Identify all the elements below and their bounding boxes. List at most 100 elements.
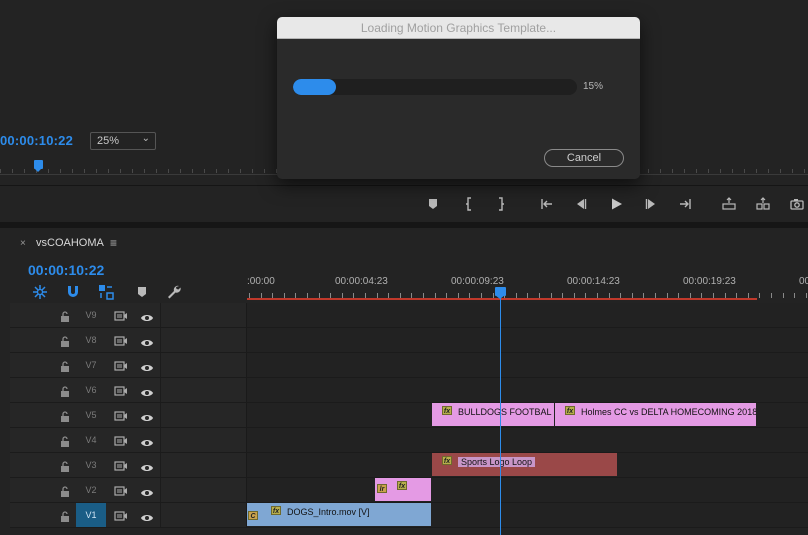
track-lane[interactable]: Cfx DOGS_Intro.mov [V] [247, 503, 808, 527]
track-target[interactable]: V9 [76, 303, 106, 327]
eye-icon[interactable] [140, 385, 154, 396]
eye-icon[interactable] [140, 435, 154, 446]
playhead[interactable] [495, 287, 506, 299]
step-forward-icon[interactable] [640, 194, 662, 214]
ruler-label: 00:00:04:23 [335, 276, 388, 287]
eye-icon[interactable] [140, 460, 154, 471]
lock-icon[interactable] [60, 434, 70, 447]
transport-controls [420, 194, 808, 216]
close-icon[interactable]: × [20, 238, 26, 249]
track-target[interactable]: V8 [76, 328, 106, 352]
clip-v1-a[interactable]: Cfx DOGS_Intro.mov [V] [247, 503, 431, 526]
ruler-label: :00:00 [247, 276, 275, 287]
sync-lock-icon[interactable] [114, 434, 128, 446]
lock-icon[interactable] [60, 359, 70, 372]
zoom-select[interactable]: 25% ⌄ [90, 132, 156, 150]
track-lane[interactable] [247, 428, 808, 452]
premiere-workspace: 00:00:10:22 25% ⌄ Loading Motion Graphic… [0, 0, 808, 535]
track-target[interactable]: V1 [76, 503, 106, 527]
lock-icon[interactable] [60, 334, 70, 347]
lock-icon[interactable] [60, 484, 70, 497]
sync-lock-icon[interactable] [114, 384, 128, 396]
ruler-label: 00:00:14:23 [567, 276, 620, 287]
track-target[interactable]: V6 [76, 378, 106, 402]
track-lane[interactable]: lr fx [247, 478, 808, 502]
ruler-tick [696, 169, 697, 173]
ruler-tick [108, 169, 109, 173]
eye-icon[interactable] [140, 360, 154, 371]
track-lane[interactable] [247, 303, 808, 327]
lift-icon[interactable] [718, 194, 740, 214]
track-lane[interactable] [247, 328, 808, 352]
ruler-tick [180, 169, 181, 173]
chevron-down-icon: ⌄ [141, 133, 150, 144]
sync-lock-icon[interactable] [114, 334, 128, 346]
clip-v2-a[interactable]: lr fx [375, 478, 431, 501]
mark-in-icon[interactable] [458, 194, 480, 214]
ruler-tick [120, 169, 121, 173]
ruler-tick [132, 169, 133, 173]
mark-out-icon[interactable] [490, 194, 512, 214]
sync-lock-icon[interactable] [114, 359, 128, 371]
clip-v5-b[interactable]: fx Holmes CC vs DELTA HOMECOMING 2018 [555, 403, 756, 426]
ruler-tick [780, 169, 781, 173]
track-lane[interactable]: fx BULLDOGS FOOTBAL fx Holmes CC vs DELTA H… [247, 403, 808, 427]
go-to-in-icon[interactable] [536, 194, 558, 214]
panel-menu-icon[interactable]: ≡ [110, 236, 117, 250]
lock-icon[interactable] [60, 309, 70, 322]
track-target[interactable]: V5 [76, 403, 106, 427]
marker-icon[interactable] [422, 194, 444, 214]
time-ruler[interactable]: :00:00 00:00:04:23 00:00:09:23 00:00:14:… [247, 270, 808, 302]
track-target[interactable]: V4 [76, 428, 106, 452]
track-lane[interactable] [247, 353, 808, 377]
eye-icon[interactable] [140, 335, 154, 346]
track-lane[interactable] [247, 378, 808, 402]
wrench-icon[interactable] [166, 284, 184, 302]
dialog-title: Loading Motion Graphics Template... [277, 17, 640, 39]
progress-bar [293, 79, 577, 95]
eye-icon[interactable] [140, 485, 154, 496]
snap-icon[interactable] [65, 284, 83, 302]
cancel-button[interactable]: Cancel [544, 149, 624, 167]
linked-selection-icon[interactable] [98, 284, 116, 302]
nest-icon[interactable] [32, 284, 50, 302]
play-icon[interactable] [605, 194, 627, 214]
eye-icon[interactable] [140, 410, 154, 421]
track-target[interactable]: V2 [76, 478, 106, 502]
sync-lock-icon[interactable] [114, 509, 128, 521]
add-marker-icon[interactable] [134, 284, 152, 302]
track-v6: V6 [10, 378, 808, 403]
track-header: V7 [10, 353, 247, 377]
eye-icon[interactable] [140, 310, 154, 321]
track-lane[interactable]: fx Sports Logo Loop [247, 453, 808, 477]
lock-icon[interactable] [60, 509, 70, 522]
lock-icon[interactable] [60, 409, 70, 422]
monitor-playhead[interactable] [34, 160, 43, 172]
lock-icon[interactable] [60, 384, 70, 397]
sequence-timecode[interactable]: 00:00:10:22 [28, 262, 104, 278]
divider [160, 403, 161, 427]
step-back-icon[interactable] [570, 194, 592, 214]
ruler-tick [24, 169, 25, 173]
clip-v3-a[interactable]: fx Sports Logo Loop [432, 453, 617, 476]
go-to-out-icon[interactable] [674, 194, 696, 214]
track-target[interactable]: V3 [76, 453, 106, 477]
sequence-tab[interactable]: vsCOAHOMA [36, 237, 104, 249]
ruler-tick [804, 169, 805, 173]
lock-icon[interactable] [60, 459, 70, 472]
track-v2: V2 lr fx [10, 478, 808, 503]
sync-lock-icon[interactable] [114, 484, 128, 496]
track-v1: V1 Cfx DOGS_Intro.mov [V] [10, 503, 808, 528]
sync-lock-icon[interactable] [114, 309, 128, 321]
sync-lock-icon[interactable] [114, 459, 128, 471]
program-timecode[interactable]: 00:00:10:22 [0, 133, 73, 148]
ruler-tick [72, 169, 73, 173]
sync-lock-icon[interactable] [114, 409, 128, 421]
clip-v5-a[interactable]: fx BULLDOGS FOOTBAL [432, 403, 554, 426]
ruler-tick [720, 169, 721, 173]
loading-dialog: Loading Motion Graphics Template... 15% … [277, 17, 640, 179]
export-frame-icon[interactable] [786, 194, 808, 214]
eye-icon[interactable] [140, 510, 154, 521]
extract-icon[interactable] [752, 194, 774, 214]
track-target[interactable]: V7 [76, 353, 106, 377]
